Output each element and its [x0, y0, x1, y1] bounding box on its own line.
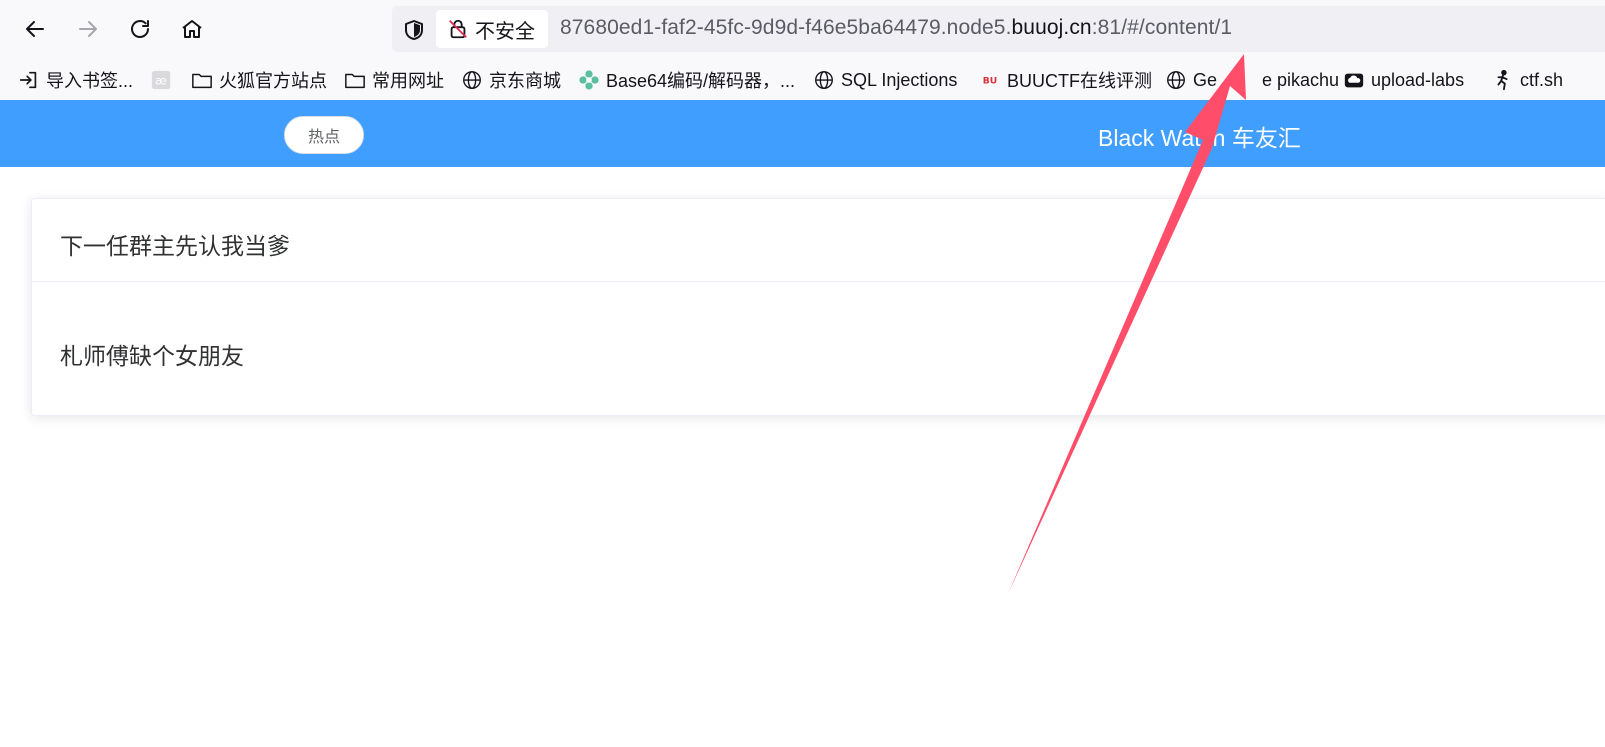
bookmark-label: 导入书签... — [46, 71, 134, 91]
url-suffix: :81/#/content/1 — [1091, 16, 1233, 39]
bookmark-jd[interactable]: 京东商城 — [461, 67, 561, 93]
bookmark-label: 京东商城 — [489, 71, 561, 91]
svg-text:BU: BU — [983, 76, 997, 87]
bookmark-label: Base64编码/解码器，... — [606, 71, 796, 91]
bookmark-upload-labs[interactable]: upload-labs — [1343, 67, 1464, 93]
folder-icon — [344, 69, 366, 91]
bookmark-buuctf[interactable]: BU BUUCTF在线评测 — [979, 67, 1152, 93]
insecure-lock-icon — [449, 19, 467, 39]
bookmark-label: 常用网址 — [372, 71, 444, 91]
svg-text:æ: æ — [155, 74, 167, 88]
browser-toolbar: 不安全 87680ed1-faf2-45fc-9d9d-f46e5ba64479… — [0, 0, 1605, 60]
content-card: 下一任群主先认我当爹 札师傅缺个女朋友 — [31, 198, 1605, 416]
runner-icon — [1492, 69, 1514, 91]
brand-title-left: Black Wat — [1098, 125, 1201, 151]
bookmark-label: Ge — [1193, 69, 1218, 90]
back-button[interactable] — [17, 11, 53, 47]
cloud-icon — [1343, 69, 1365, 91]
card-body-text: 札师傅缺个女朋友 — [60, 343, 244, 369]
home-icon — [182, 20, 202, 38]
bookmark-label: upload-labs — [1371, 69, 1465, 90]
bookmark-label: e pikachu — [1262, 69, 1340, 90]
brand-title-right: h 车友汇 — [1212, 125, 1301, 151]
bookmark-label: ctf.sh — [1520, 69, 1564, 90]
tracking-protection-button[interactable] — [400, 16, 428, 44]
card-title: 下一任群主先认我当爹 — [60, 233, 290, 259]
card-header: 下一任群主先认我当爹 — [32, 199, 1605, 282]
bookmark-import[interactable]: 导入书签... — [18, 67, 133, 93]
url-text[interactable]: 87680ed1-faf2-45fc-9d9d-f46e5ba64479.nod… — [560, 16, 1232, 40]
bookmark-label: BUUCTF在线评测 — [1007, 71, 1152, 91]
bookmark-firefox-official[interactable]: 火狐官方站点 — [191, 67, 327, 93]
forward-button[interactable] — [70, 11, 106, 47]
home-button[interactable] — [174, 11, 210, 47]
bookmark-ae[interactable]: æ — [150, 67, 178, 93]
flower-icon — [578, 69, 600, 91]
bookmark-base64[interactable]: Base64编码/解码器，... — [578, 67, 795, 93]
ae-icon: æ — [150, 69, 172, 91]
bookmarks-toolbar: 导入书签... æ 火狐官方站点 常用网址 京东商城 Base64编码/解码器，… — [0, 60, 1605, 100]
arrow-left-icon — [26, 21, 44, 37]
globe-icon — [461, 69, 483, 91]
bookmark-pikachu[interactable]: Ge e pikachu — [1165, 67, 1339, 93]
reload-button[interactable] — [122, 11, 158, 47]
insecure-label: 不安全 — [475, 20, 535, 43]
arrow-right-icon — [79, 21, 97, 37]
app-header: 热点 Black Wat h 车友汇 — [0, 100, 1605, 167]
hot-button[interactable]: 热点 — [284, 116, 364, 154]
reload-icon — [131, 20, 149, 38]
url-host: buuoj.cn — [1011, 16, 1092, 39]
url-prefix: 87680ed1-faf2-45fc-9d9d-f46e5ba64479.nod… — [560, 16, 1012, 39]
bookmark-label: SQL Injections — [841, 69, 958, 90]
connection-insecure-chip[interactable]: 不安全 — [436, 10, 548, 48]
shield-icon — [405, 20, 423, 40]
bookmark-common-sites[interactable]: 常用网址 — [344, 67, 444, 93]
address-bar[interactable]: 不安全 87680ed1-faf2-45fc-9d9d-f46e5ba64479… — [392, 6, 1605, 52]
bookmark-sql-injections[interactable]: SQL Injections — [813, 67, 957, 93]
folder-icon — [191, 69, 213, 91]
brand-title: Black Wat h 车友汇 — [1098, 119, 1301, 153]
bookmark-label: 火狐官方站点 — [219, 71, 327, 91]
globe-icon — [813, 69, 835, 91]
buuctf-icon: BU — [979, 69, 1001, 91]
bookmark-ctfshow[interactable]: ctf.sh — [1492, 67, 1563, 93]
globe-icon — [1165, 69, 1187, 91]
import-icon — [18, 69, 40, 91]
